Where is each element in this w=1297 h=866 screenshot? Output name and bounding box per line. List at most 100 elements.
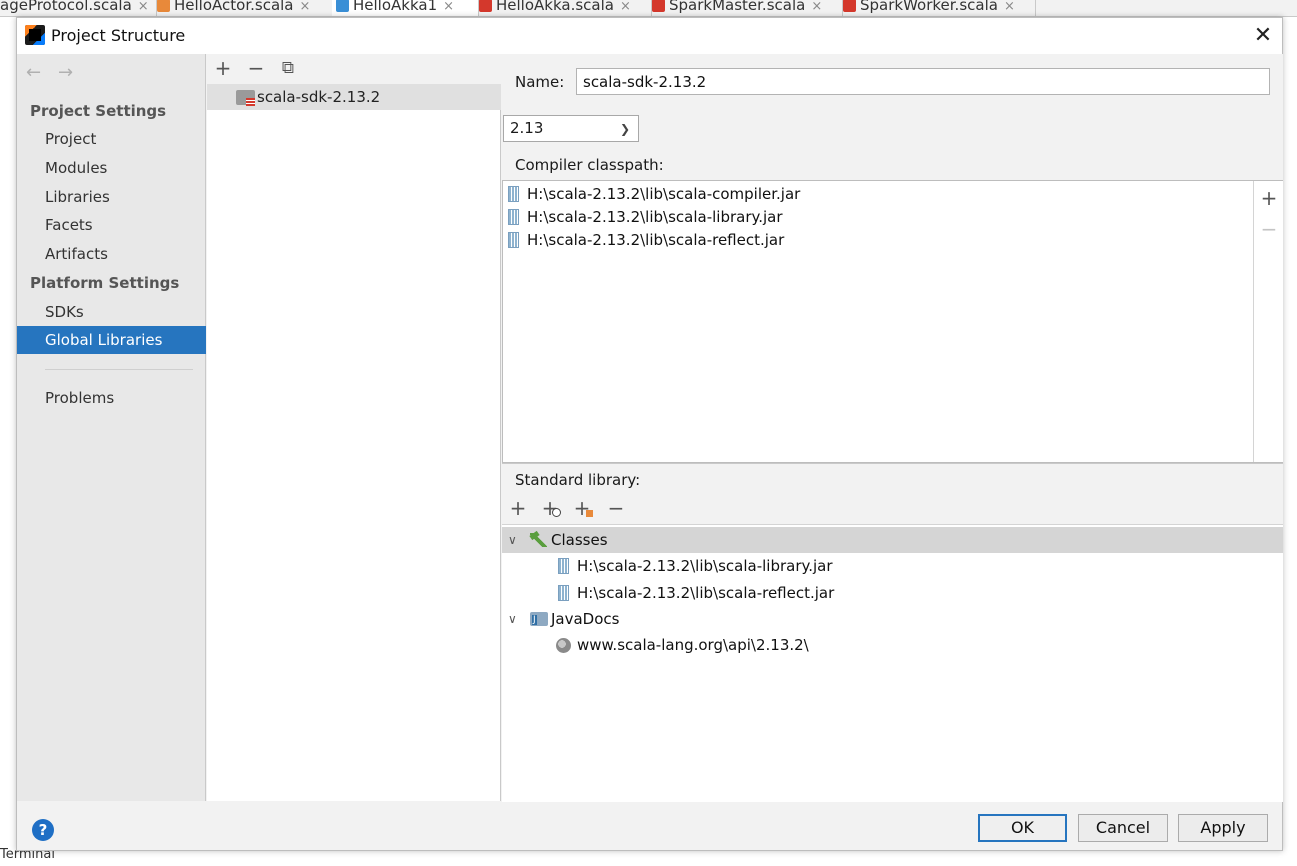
remove-classpath-button[interactable]: −: [1254, 217, 1284, 241]
scala-version-select[interactable]: 2.13 ❯: [503, 115, 639, 142]
library-list-item[interactable]: scala-sdk-2.13.2: [207, 84, 501, 110]
tree-node-content: JavaDocs: [530, 606, 619, 632]
editor-tab[interactable]: SparkMaster.scala ×: [648, 0, 843, 16]
sidebar-divider: [45, 369, 193, 370]
library-name: scala-sdk-2.13.2: [257, 88, 381, 106]
editor-tab-label: HelloAkka.scala: [496, 0, 614, 14]
tree-item[interactable]: H:\scala-2.13.2\lib\scala-library.jar: [502, 553, 1283, 579]
jar-icon: [558, 558, 569, 574]
sidebar-item-sdks[interactable]: SDKs: [17, 298, 206, 326]
editor-tab-bar: ageProtocol.scala × HelloActor.scala × Hel…: [0, 0, 1297, 17]
editor-tab[interactable]: HelloAkka.scala ×: [475, 0, 652, 16]
classpath-side-toolbar: + −: [1253, 181, 1283, 462]
attach-jar-button[interactable]: +: [570, 495, 594, 521]
project-structure-dialog: Project Structure ✕ ← → Project Settings…: [16, 17, 1283, 851]
close-icon[interactable]: ×: [300, 0, 311, 14]
library-list-pane: + − ⧉ scala-sdk-2.13.2: [207, 54, 501, 801]
settings-sidebar: ← → Project Settings Project Modules Lib…: [17, 54, 206, 801]
jar-path: H:\scala-2.13.2\lib\scala-library.jar: [577, 557, 833, 575]
scala-version-value: 2.13: [510, 119, 544, 137]
tree-node-label: Classes: [551, 531, 608, 549]
tree-item-content: H:\scala-2.13.2\lib\scala-library.jar: [558, 553, 833, 579]
help-icon[interactable]: ?: [32, 819, 54, 841]
sidebar-item-global-libraries[interactable]: Global Libraries: [17, 326, 206, 354]
scala-file-icon: [479, 0, 492, 12]
tree-item-content: www.scala-lang.org\api\2.13.2\: [556, 632, 809, 658]
intellij-app-icon: [25, 25, 45, 45]
editor-tab[interactable]: SparkWorker.scala ×: [839, 0, 1036, 16]
sidebar-item-project[interactable]: Project: [17, 125, 206, 153]
sidebar-item-problems[interactable]: Problems: [17, 384, 206, 412]
add-library-button[interactable]: +: [211, 56, 235, 80]
dialog-title: Project Structure: [51, 26, 186, 45]
javadoc-folder-icon: [530, 612, 548, 626]
remove-root-button[interactable]: −: [604, 495, 628, 521]
jar-path: H:\scala-2.13.2\lib\scala-reflect.jar: [527, 231, 785, 249]
dialog-titlebar: Project Structure ✕: [17, 18, 1282, 54]
section-divider: [502, 463, 1283, 464]
jar-path: H:\scala-2.13.2\lib\scala-library.jar: [527, 208, 783, 226]
list-item[interactable]: H:\scala-2.13.2\lib\scala-reflect.jar: [508, 229, 784, 252]
back-arrow-icon[interactable]: ←: [26, 62, 41, 83]
chevron-down-icon: ❯: [619, 122, 630, 136]
tree-node-label: JavaDocs: [551, 610, 620, 628]
platform-settings-heading: Platform Settings: [30, 274, 180, 292]
tree-node-classes[interactable]: ∨ Classes: [502, 527, 1283, 553]
jar-icon: [508, 232, 519, 248]
chevron-down-icon[interactable]: ∨: [508, 527, 517, 553]
name-label: Name:: [515, 73, 565, 91]
scala-object-icon: [336, 0, 349, 12]
editor-tab[interactable]: HelloAkka1 ×: [332, 0, 479, 16]
globe-icon: [556, 638, 571, 653]
ok-button[interactable]: OK: [978, 814, 1067, 842]
tree-item[interactable]: H:\scala-2.13.2\lib\scala-reflect.jar: [502, 580, 1283, 606]
close-icon[interactable]: ✕: [1249, 22, 1277, 50]
editor-tab-label: SparkWorker.scala: [860, 0, 998, 14]
close-icon[interactable]: ×: [138, 0, 149, 14]
editor-tab[interactable]: HelloActor.scala ×: [153, 0, 336, 16]
standard-library-label: Standard library:: [515, 471, 641, 489]
tree-node-content: Classes: [530, 527, 608, 553]
sidebar-item-artifacts[interactable]: Artifacts: [17, 240, 206, 268]
library-list-toolbar: + − ⧉: [207, 54, 501, 84]
tree-item[interactable]: www.scala-lang.org\api\2.13.2\: [502, 632, 1283, 658]
close-icon[interactable]: ×: [443, 0, 454, 14]
apply-button[interactable]: Apply: [1178, 814, 1268, 842]
tree-node-javadocs[interactable]: ∨ JavaDocs: [502, 606, 1283, 632]
javadoc-url: www.scala-lang.org\api\2.13.2\: [577, 636, 809, 654]
hammer-icon: [530, 533, 547, 547]
add-root-button[interactable]: +: [506, 495, 530, 521]
close-icon[interactable]: ×: [1004, 0, 1015, 14]
editor-tab-label: HelloActor.scala: [174, 0, 294, 14]
library-name-input[interactable]: [576, 68, 1270, 95]
jar-icon: [508, 186, 519, 202]
scala-class-icon: [157, 0, 170, 12]
sidebar-item-libraries[interactable]: Libraries: [17, 183, 206, 211]
add-classpath-button[interactable]: +: [1254, 186, 1284, 210]
close-icon[interactable]: ×: [811, 0, 822, 14]
editor-tab-label: SparkMaster.scala: [669, 0, 806, 14]
attach-badge-icon: [552, 508, 561, 517]
compiler-classpath-list: H:\scala-2.13.2\lib\scala-compiler.jar H…: [502, 180, 1283, 463]
remove-library-button[interactable]: −: [244, 56, 268, 80]
jar-icon: [508, 209, 519, 225]
sidebar-item-facets[interactable]: Facets: [17, 211, 206, 239]
list-item[interactable]: H:\scala-2.13.2\lib\scala-library.jar: [508, 206, 783, 229]
tree-item-content: H:\scala-2.13.2\lib\scala-reflect.jar: [558, 580, 834, 606]
library-folder-icon: [236, 90, 255, 106]
chevron-down-icon[interactable]: ∨: [508, 606, 517, 632]
close-icon[interactable]: ×: [620, 0, 631, 14]
cancel-button[interactable]: Cancel: [1078, 814, 1168, 842]
standard-library-tree: ∨ Classes H:\scala-2.13.2\lib\scala-libr…: [502, 524, 1283, 802]
forward-arrow-icon[interactable]: →: [58, 62, 73, 83]
editor-tab[interactable]: ageProtocol.scala ×: [0, 0, 157, 16]
sidebar-item-modules[interactable]: Modules: [17, 154, 206, 182]
editor-tab-label: ageProtocol.scala: [0, 0, 132, 14]
editor-tab-label: HelloAkka1: [353, 0, 438, 14]
copy-library-button[interactable]: ⧉: [276, 56, 300, 80]
jar-path: H:\scala-2.13.2\lib\scala-compiler.jar: [527, 185, 801, 203]
library-details-pane: Name: 2.13 ❯ Compiler classpath: H:\scal…: [502, 54, 1283, 802]
attach-files-button[interactable]: +: [538, 495, 562, 521]
list-item[interactable]: H:\scala-2.13.2\lib\scala-compiler.jar: [508, 183, 800, 206]
standard-library-toolbar: + + + −: [502, 495, 1283, 525]
